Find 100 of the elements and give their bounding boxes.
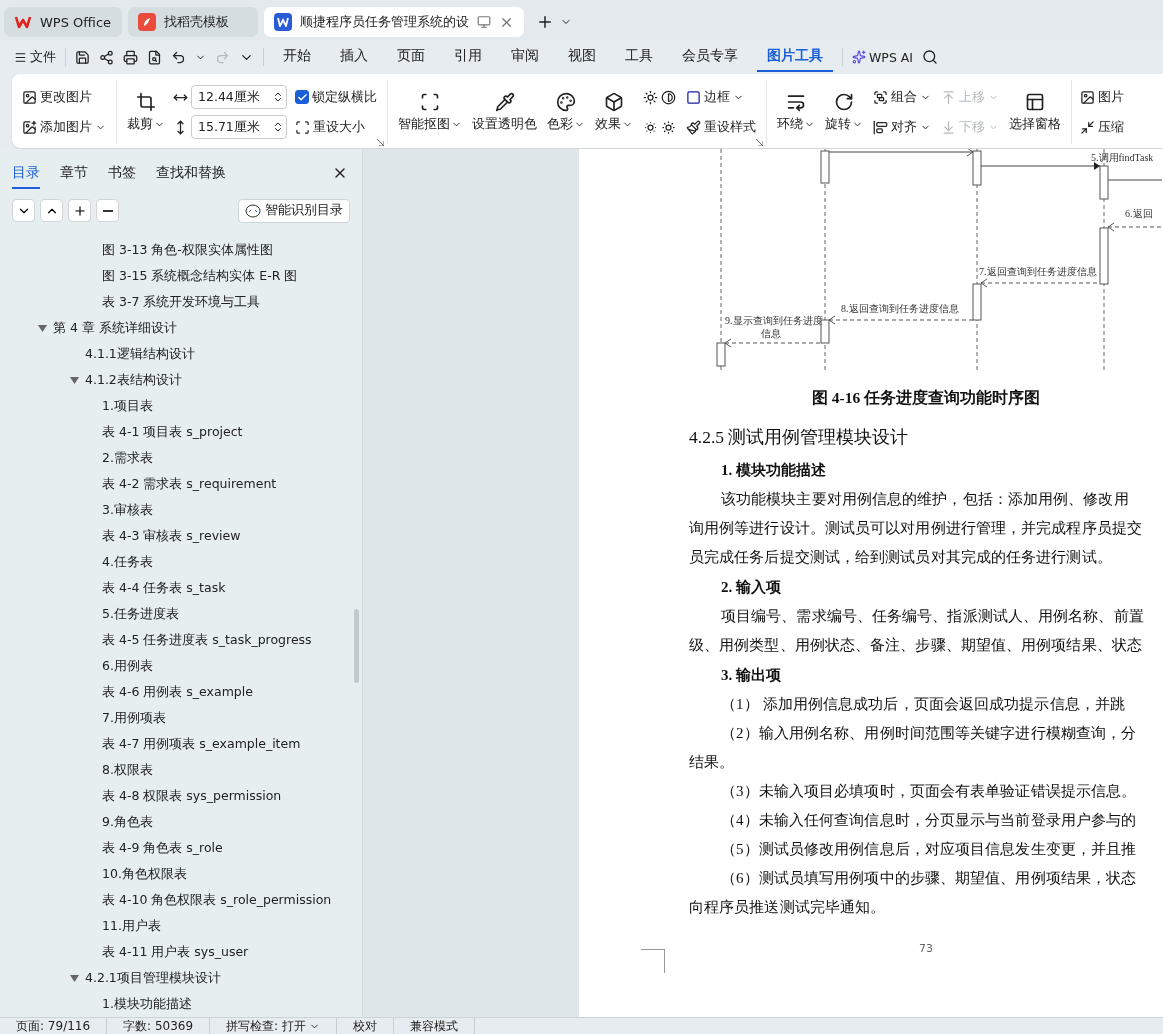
toc-entry[interactable]: 表 4-2 需求表 s_requirement [102,475,277,493]
add-picture-button[interactable]: 添加图片 [22,115,106,139]
smart-cutout-button[interactable]: 智能抠图 [398,91,462,133]
file-menu[interactable]: 文件 [14,45,56,69]
undo-icon[interactable] [171,49,186,65]
share-icon[interactable] [99,49,114,65]
pane-tab[interactable]: 章节 [60,163,88,189]
ribbon-tab[interactable]: 图片工具 [757,42,833,72]
toc-entry[interactable]: 表 4-10 角色权限表 s_role_permission [102,891,332,909]
document-tab[interactable]: 找稻壳模板 [128,7,258,37]
expanded-caret-icon[interactable] [70,376,79,384]
pane-tab[interactable]: 目录 [12,163,40,189]
document-tab[interactable]: WPS Office [4,7,122,37]
print-preview-icon[interactable] [147,49,162,65]
crop-button[interactable]: 裁剪 [127,91,165,133]
effect-button[interactable]: 效果 [595,91,633,133]
dialog-launcher-icon[interactable] [377,139,384,146]
toc-entry[interactable]: 表 4-5 任务进度表 s_task_progress [102,631,312,649]
toc-entry[interactable]: 1.项目表 [102,397,153,415]
toc-entry[interactable]: 表 4-4 任务表 s_task [102,579,226,597]
expand-button[interactable] [12,199,35,223]
scrollbar-thumb[interactable] [354,609,359,683]
toc-entry[interactable]: 5.任务进度表 [102,605,179,623]
toc-entry[interactable]: 表 4-7 用例项表 s_example_item [102,735,301,753]
ribbon-tab[interactable]: 页面 [387,42,435,72]
toc-entry[interactable]: 表 4-8 权限表 sys_permission [102,787,282,805]
ribbon-tab[interactable]: 工具 [615,42,663,72]
ribbon-tab[interactable]: 审阅 [501,42,549,72]
toc-entry[interactable]: 4.2.1项目管理模块设计 [85,969,221,987]
width-field[interactable]: 12.44厘米 [191,85,287,109]
toc-entry[interactable]: 3.审核表 [102,501,153,519]
lock-ratio-checkbox[interactable]: 锁定纵横比 [295,85,377,109]
save-icon[interactable] [75,49,90,65]
toc-entry[interactable]: 图 3-13 角色-权限实体属性图 [102,241,273,259]
pane-tab[interactable]: 查找和替换 [156,163,226,189]
palette-icon [556,91,576,112]
toc-entry[interactable]: 4.1.1逻辑结构设计 [85,345,195,363]
smart-toc-button[interactable]: 智能识别目录 [238,198,350,223]
toc-entry[interactable]: 8.权限表 [102,761,153,779]
align-button[interactable]: 对齐 [873,115,931,139]
toc-entry[interactable]: 表 3-7 系统开发环境与工具 [102,293,261,311]
square-icon [686,89,701,105]
compress-button[interactable]: 压缩 [1080,115,1124,139]
toc-entry[interactable]: 图 3-15 系统概念结构实体 E-R 图 [102,267,298,285]
status-item[interactable]: 字数: 50369 [107,1017,211,1034]
dialog-launcher-icon[interactable] [756,139,763,146]
dim-icon[interactable] [643,119,658,135]
change-picture-button[interactable]: 更改图片 [22,85,106,109]
collapse-button[interactable] [40,199,63,223]
transparent-color-button[interactable]: 设置透明色 [472,91,537,133]
toc-entry[interactable]: 1.模块功能描述 [102,995,192,1013]
brightness-icon[interactable] [643,89,658,105]
sun-icon[interactable] [661,119,676,135]
status-item[interactable]: 页面: 79/116 [0,1017,108,1034]
ribbon-tab[interactable]: 引用 [444,42,492,72]
ribbon-tab[interactable]: 插入 [330,42,378,72]
toc-entry[interactable]: 7.用例项表 [102,709,166,727]
toc-entry[interactable]: 6.用例表 [102,657,153,675]
reset-size-button[interactable]: 重设大小 [295,115,377,139]
ai-button[interactable]: WPS AI [852,45,914,69]
recolor-button[interactable]: 色彩 [547,91,585,133]
toc-entry[interactable]: 表 4-3 审核表 s_review [102,527,241,545]
border-button[interactable]: 边框 [686,85,756,109]
toc-entry[interactable]: 表 4-1 项目表 s_project [102,423,243,441]
search-icon[interactable] [922,49,939,65]
remove-button[interactable] [96,199,119,223]
height-field[interactable]: 15.71厘米 [191,115,287,139]
reset-style-button[interactable]: 重设样式 [686,115,756,139]
toc-entry[interactable]: 2.需求表 [102,449,153,467]
status-item[interactable]: 兼容模式 [393,1017,475,1034]
group-button[interactable]: 组合 [873,85,931,109]
toc-entry[interactable]: 4.任务表 [102,553,153,571]
toc-entry[interactable]: 第 4 章 系统详细设计 [53,319,177,337]
ribbon-tab[interactable]: 开始 [273,42,321,72]
toc-entry[interactable]: 表 4-6 用例表 s_example [102,683,253,701]
wrap-button[interactable]: 环绕 [777,91,815,133]
toc-entry[interactable]: 表 4-11 用户表 sys_user [102,943,249,961]
toc-entry[interactable]: 9.角色表 [102,813,153,831]
document-logo-icon [274,13,292,31]
toc-entry[interactable]: 10.角色权限表 [102,865,187,883]
document-tab[interactable]: 顺捷程序员任务管理系统的设 [264,7,524,37]
toc-entry[interactable]: 11.用户表 [102,917,161,935]
toc-entry[interactable]: 表 4-9 角色表 s_role [102,839,223,857]
ribbon-tab[interactable]: 视图 [558,42,606,72]
contrast-icon[interactable] [661,89,676,105]
selection-pane-button[interactable]: 选择窗格 [1009,91,1061,133]
monitor-icon[interactable] [477,15,491,29]
status-item[interactable]: 校对 [336,1017,394,1034]
frame-icon [295,119,310,135]
expanded-caret-icon[interactable] [70,974,79,982]
new-tab-icon[interactable] [536,13,554,31]
rotate-button[interactable]: 旋转 [825,91,863,133]
picture-button[interactable]: 图片 [1080,85,1124,109]
expanded-caret-icon[interactable] [38,324,47,332]
pane-tab[interactable]: 书签 [108,163,136,189]
toc-entry[interactable]: 4.1.2表结构设计 [85,371,182,389]
status-item[interactable]: 拼写检查: 打开 [210,1017,337,1034]
print-icon[interactable] [123,49,138,65]
add-button[interactable] [68,199,91,223]
ribbon-tab[interactable]: 会员专享 [672,42,748,72]
